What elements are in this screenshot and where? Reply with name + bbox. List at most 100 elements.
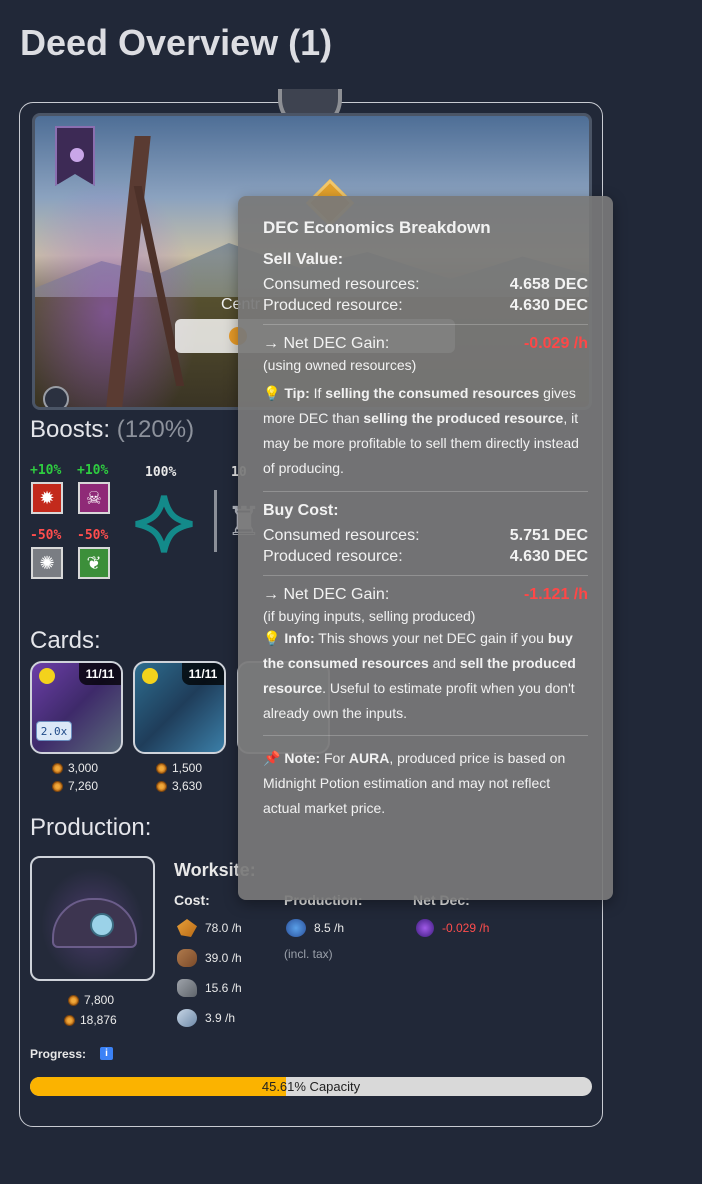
tooltip-divider [263,575,588,576]
buy-net-value: -1.121 /h [523,586,588,603]
buy-produced-row: Produced resource: 4.630 DEC [263,548,588,566]
buy-cost-title: Buy Cost: [263,502,339,519]
sell-net-value: -0.029 /h [523,335,588,352]
element-star-icon [135,495,193,553]
buy-net-row: → Net DEC Gain: -1.121 /h [263,586,588,604]
incl-tax-note: (incl. tax) [284,947,333,961]
production-title: Production: [30,814,152,841]
cost-grain-value: 78.0 /h [205,921,242,935]
cost-row-grain: 78.0 /h [177,919,242,937]
boost-divider [214,490,217,552]
boosts-total: (120%) [116,416,195,443]
worksite-image[interactable] [30,856,155,981]
boost-pct-neutral: -50% [30,528,62,543]
card-1-stat2-value: 7,260 [68,779,99,793]
info-text-2: and [428,655,460,671]
tooltip-divider [263,735,588,736]
tip-paragraph: 💡 Tip: If selling the consumed resources… [263,381,588,481]
note-label: Note: [284,750,321,766]
sell-value-title: Sell Value: [263,251,344,268]
card-2-stat1-value: 1,500 [172,761,203,775]
tooltip-divider [263,324,588,325]
aura-icon [286,919,306,937]
earth-icon: ❦ [78,547,110,579]
grain-icon [177,919,197,937]
card-multiplier: 2.0x [36,721,72,741]
neutral-icon: ✺ [31,547,63,579]
boosts-title: Boosts: (120%) [30,416,194,444]
note-paragraph: 📌 Note: For AURA, produced price is base… [263,746,588,821]
info-paragraph: 💡 Info: This shows your net DEC gain if … [263,626,588,726]
sell-net-row: → Net DEC Gain: -0.029 /h [263,335,588,353]
cost-wood-value: 39.0 /h [205,951,242,965]
cost-row-wood: 39.0 /h [177,949,242,967]
card-2-stat2-value: 3,630 [172,779,203,793]
cards-title: Cards: [30,627,101,654]
coin-icon [156,762,167,774]
note-bold-1: AURA [348,750,390,766]
sell-produced-value: 4.630 DEC [509,297,588,314]
card-thumb-1[interactable]: 11/11 2.0x [30,661,123,754]
coin-icon [156,780,167,792]
boost-pct-fire: +10% [30,463,62,478]
sell-consumed-row: Consumed resources: 4.658 DEC [263,276,588,294]
coin-icon [52,762,63,774]
dec-icon [416,919,434,937]
cost-iron-value: 3.9 /h [205,1011,236,1025]
boost-big-pct: 100% [145,465,177,480]
tip-bold-2: selling the produced resource [363,410,564,426]
cost-row-iron: 3.9 /h [177,1009,235,1027]
card-thumb-2[interactable]: 11/11 [133,661,226,754]
info-label: Info: [284,630,315,646]
worksite-stat2-value: 18,876 [80,1013,117,1027]
cost-stone-value: 15.6 /h [205,981,242,995]
tip-text-1: If [309,385,326,401]
card-1-stat1: 3,000 [52,761,98,775]
produced-value: 8.5 /h [314,921,345,935]
sell-consumed-value: 4.658 DEC [509,276,588,293]
sell-net-label: → Net DEC Gain: [263,335,390,352]
boost-pct-death: +10% [77,463,109,478]
sell-consumed-label: Consumed resources: [263,276,420,293]
buy-consumed-value: 5.751 DEC [509,527,588,544]
card-1-stat2: 7,260 [52,779,98,793]
buy-consumed-label: Consumed resources: [263,527,420,544]
buy-net-note: (if buying inputs, selling produced) [263,608,476,624]
buy-produced-label: Produced resource: [263,548,403,565]
capacity-progress-bar: 45.61% Capacity [30,1077,592,1096]
sell-produced-row: Produced resource: 4.630 DEC [263,297,588,315]
net-dec-row: -0.029 /h [416,919,489,937]
worksite-stat1: 7,800 [68,993,114,1007]
dec-economics-tooltip: DEC Economics Breakdown Sell Value: Cons… [238,196,613,900]
tooltip-divider [263,491,588,492]
death-icon: ☠ [78,482,110,514]
gold-foil-icon [39,668,55,684]
buy-produced-value: 4.630 DEC [509,548,588,565]
boosts-title-text: Boosts: [30,416,111,443]
sell-net-note: (using owned resources) [263,357,417,373]
bulb-icon: 💡 [263,385,281,401]
card-level: 11/11 [79,663,121,685]
tooltip-title: DEC Economics Breakdown [263,218,491,237]
wood-icon [177,949,197,967]
card-level: 11/11 [182,663,224,685]
worksite-window [90,913,114,937]
buy-net-label: → Net DEC Gain: [263,586,390,603]
coin-icon [52,780,63,792]
boost-pct-earth: -50% [77,528,109,543]
iron-icon [177,1009,197,1027]
card-2-stat2: 3,630 [156,779,202,793]
cost-header: Cost: [174,892,210,908]
sell-produced-label: Produced resource: [263,297,403,314]
card-2-stat1: 1,500 [156,761,202,775]
tip-label: Tip: [284,385,310,401]
buy-consumed-row: Consumed resources: 5.751 DEC [263,527,588,545]
progress-label: Progress: [30,1047,87,1061]
info-icon[interactable]: i [100,1047,113,1060]
coin-icon [64,1014,75,1026]
gold-foil-icon [142,668,158,684]
pin-icon: 📌 [263,750,281,766]
progress-text: 45.61% Capacity [261,1079,361,1094]
info-text-1: This shows your net DEC gain if you [314,630,548,646]
net-dec-value: -0.029 /h [442,921,490,935]
